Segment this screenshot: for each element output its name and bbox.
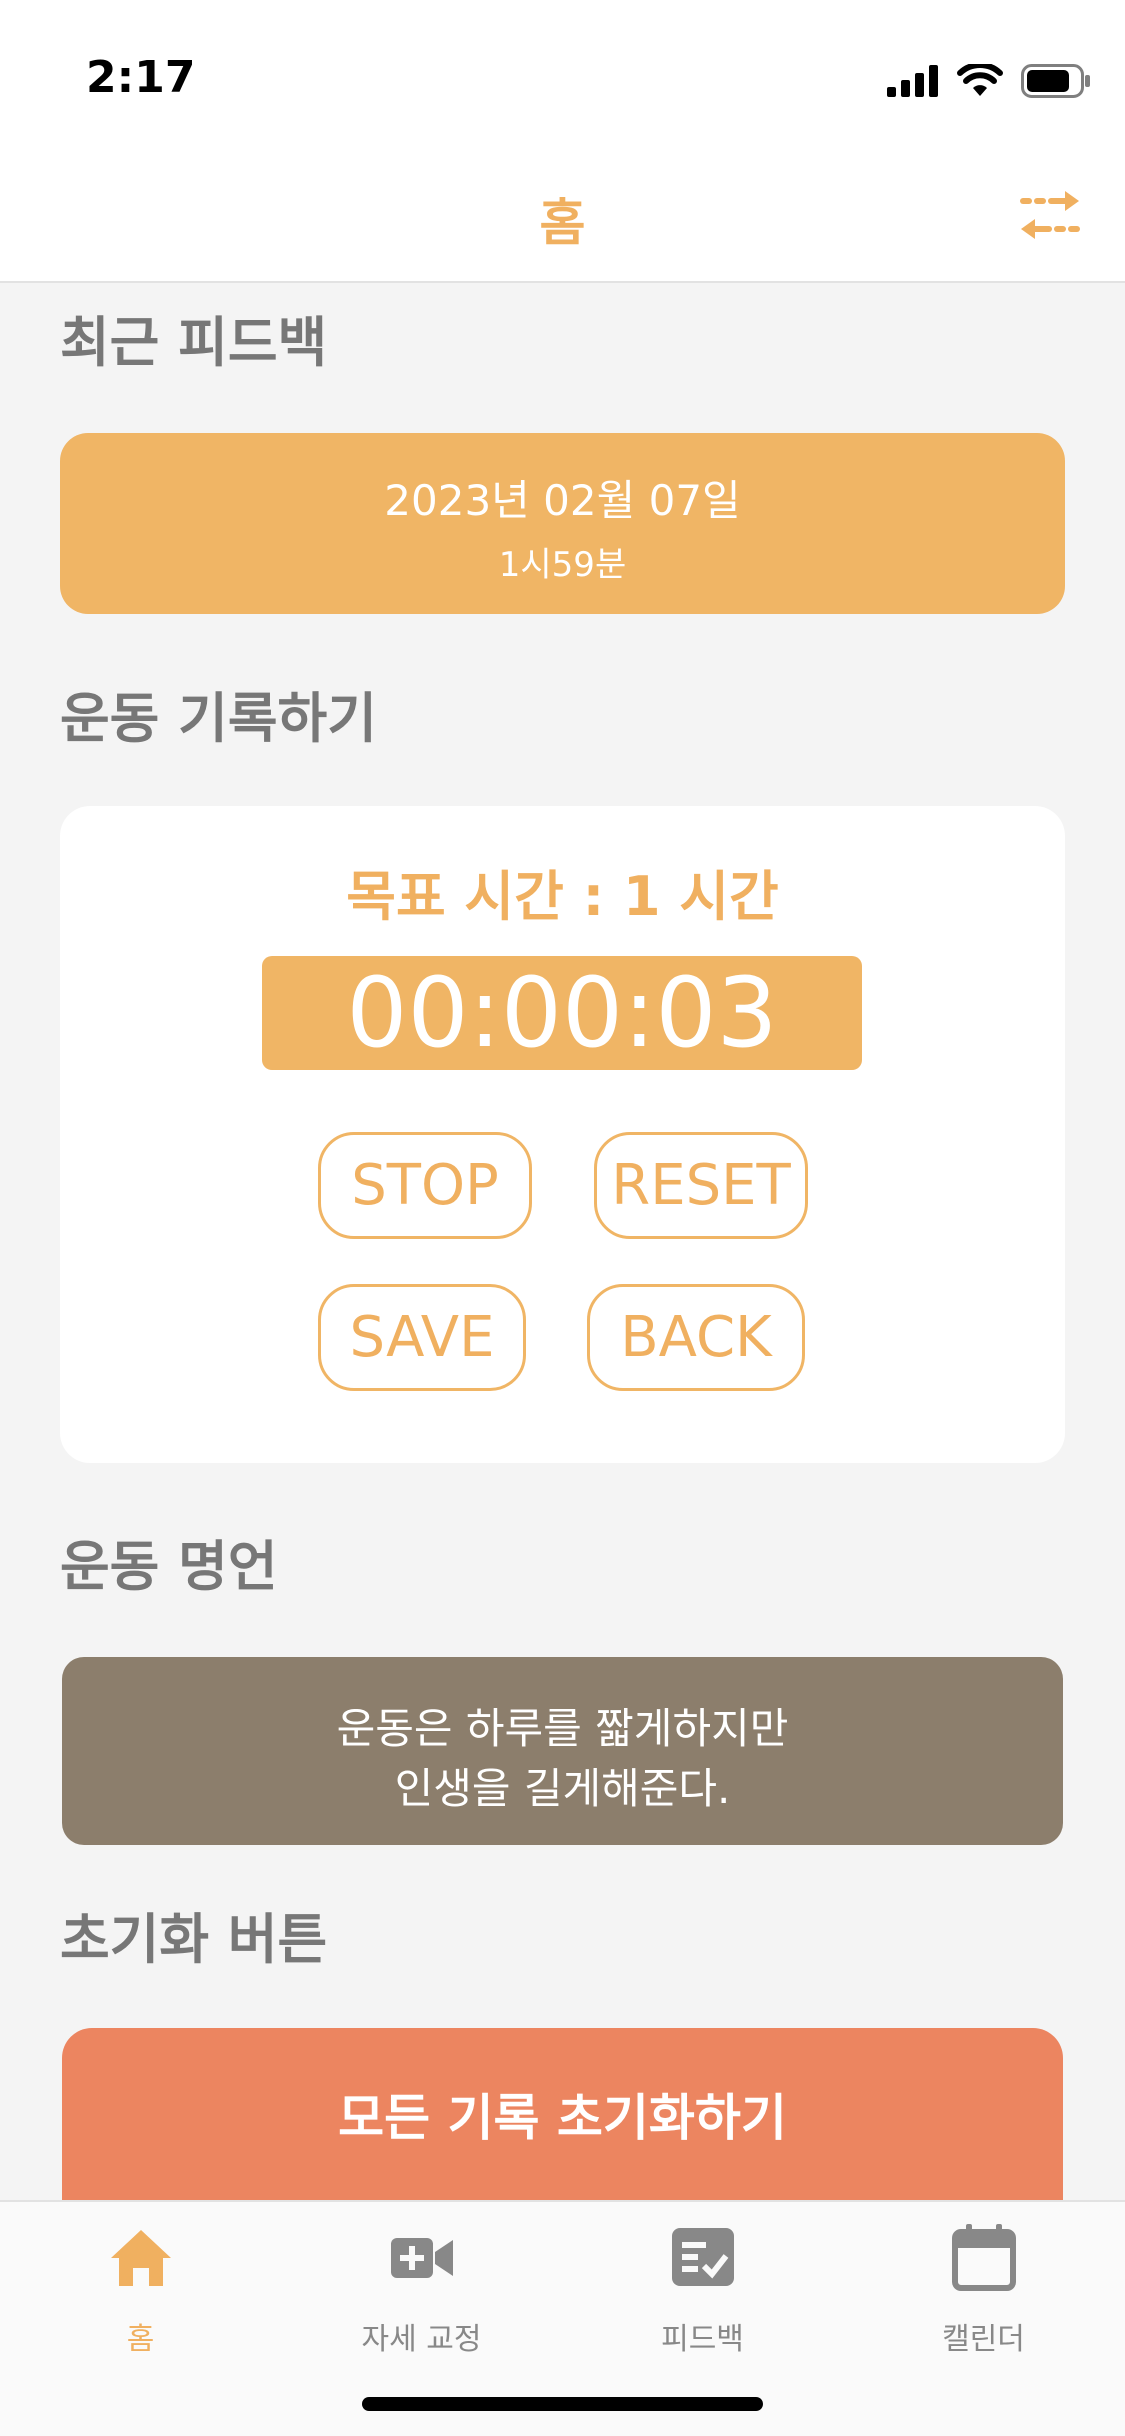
quote-line-1: 운동은 하루를 짧게하지만 (336, 1704, 789, 1753)
quote-card: 운동은 하루를 짧게하지만 인생을 길게해준다. (62, 1657, 1063, 1845)
recent-feedback-title: 최근 피드백 (60, 311, 328, 374)
house-icon (110, 2230, 171, 2286)
tab-label-posture: 자세 교정 (361, 2322, 482, 2357)
tab-posture-correction[interactable]: 자세 교정 (281, 2202, 562, 2362)
home-indicator (362, 2397, 763, 2411)
timer-card: 목표 시간 : 1 시간 00:00:03 STOP RESET SAVE BA… (60, 806, 1065, 1463)
recent-feedback-date: 2023년 02월 07일 (384, 476, 741, 525)
workout-record-title: 운동 기록하기 (60, 687, 377, 750)
status-icons (887, 64, 1091, 98)
recent-feedback-card[interactable]: 2023년 02월 07일 1시59분 (60, 433, 1065, 614)
cellular-signal-icon (887, 65, 938, 97)
tab-label-feedback: 피드백 (661, 2322, 744, 2357)
status-bar: 2:17 (0, 0, 1125, 155)
save-button[interactable]: SAVE (318, 1284, 526, 1391)
goal-time-label: 목표 시간 : 1 시간 (346, 865, 779, 928)
reset-section-title: 초기화 버튼 (60, 1908, 328, 1971)
quote-line-2: 인생을 길게해준다. (394, 1764, 731, 1813)
navigation-bar: 홈 (0, 155, 1125, 283)
tab-label-calendar: 캘린더 (942, 2322, 1025, 2357)
battery-icon (1021, 64, 1090, 98)
tab-feedback[interactable]: 피드백 (562, 2202, 843, 2362)
stop-button[interactable]: STOP (318, 1132, 532, 1239)
back-button[interactable]: BACK (587, 1284, 805, 1391)
wifi-icon (957, 64, 1003, 96)
home-screen: 2:17 홈 최근 피드백 2023년 02월 07일 1시59분 운동 기록하… (0, 0, 1125, 2436)
checklist-icon (671, 2228, 734, 2286)
page-title: 홈 (539, 194, 586, 252)
timer-display: 00:00:03 (262, 956, 862, 1070)
tab-label-home: 홈 (126, 2322, 155, 2357)
calendar-icon (951, 2224, 1016, 2291)
tab-home[interactable]: 홈 (0, 2202, 281, 2362)
swap-arrows-icon[interactable] (1015, 185, 1085, 245)
video-plus-icon (390, 2238, 453, 2278)
status-time: 2:17 (86, 52, 196, 103)
recent-feedback-duration: 1시59분 (498, 545, 627, 585)
tab-calendar[interactable]: 캘린더 (843, 2202, 1124, 2362)
reset-button[interactable]: RESET (594, 1132, 808, 1239)
quote-section-title: 운동 명언 (60, 1535, 278, 1598)
